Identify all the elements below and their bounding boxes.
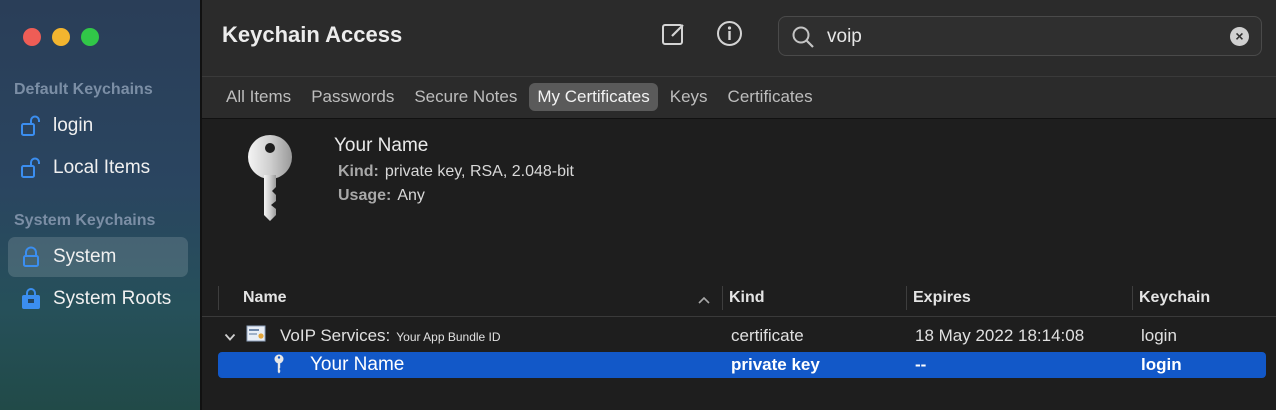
row-keychain: login — [1141, 326, 1177, 345]
window-controls — [23, 28, 99, 46]
clear-search-icon[interactable]: × — [1230, 27, 1249, 46]
sidebar-item-local-items[interactable]: Local Items — [8, 148, 188, 188]
sidebar-item-system-roots[interactable]: System Roots — [8, 279, 188, 319]
row-kind: certificate — [731, 326, 804, 345]
table-row[interactable]: VoIP Services: Your App Bundle ID certifi… — [218, 323, 1266, 349]
tab-keys[interactable]: Keys — [662, 83, 716, 111]
row-expires: -- — [915, 355, 927, 374]
close-window-button[interactable] — [23, 28, 41, 46]
item-detail-panel: Your Name Kind: private key, RSA, 2.048-b… — [202, 119, 1276, 279]
row-keychain: login — [1141, 355, 1182, 374]
detail-usage-label: Usage: — [338, 187, 392, 204]
section-default-keychains: Default Keychains — [14, 81, 153, 98]
toolbar-divider — [202, 76, 1276, 77]
chevron-down-icon[interactable] — [224, 328, 236, 348]
sidebar-item-label: Local Items — [53, 157, 151, 178]
key-icon — [273, 354, 285, 379]
column-header-name[interactable]: Name — [218, 286, 722, 310]
detail-kind-value: private key, RSA, 2.048-bit — [384, 163, 574, 180]
keychain-window: Default Keychains login Local Items Syst… — [0, 0, 1276, 410]
get-info-button[interactable] — [715, 20, 743, 52]
detail-kind-label: Kind: — [338, 163, 379, 180]
row-name-suffix: Your App Bundle ID — [396, 330, 501, 344]
detail-usage-value: Any — [397, 187, 425, 204]
column-header-expires[interactable]: Expires — [906, 286, 1132, 310]
tab-certificates[interactable]: Certificates — [720, 83, 821, 111]
app-title: Keychain Access — [222, 22, 403, 47]
certificate-icon — [246, 325, 266, 348]
table-header: Name Kind Expires Keychain — [202, 282, 1276, 317]
row-name: VoIP Services: Your App Bundle ID — [280, 326, 501, 346]
unlock-icon — [20, 115, 42, 137]
search-input[interactable] — [825, 23, 1209, 51]
sidebar-item-label: System Roots — [53, 288, 172, 309]
unlock-icon — [20, 157, 42, 179]
minimize-window-button[interactable] — [52, 28, 70, 46]
row-name: Your Name — [310, 354, 405, 375]
chevron-up-icon — [698, 291, 710, 309]
row-expires: 18 May 2022 18:14:08 — [915, 326, 1085, 345]
search-icon — [791, 25, 815, 54]
detail-kind: Kind: private key, RSA, 2.048-bit — [338, 163, 574, 181]
info-icon — [716, 20, 743, 52]
lock-icon — [20, 246, 42, 268]
tab-my-certificates[interactable]: My Certificates — [529, 83, 658, 111]
sidebar-item-label: System — [53, 246, 117, 267]
detail-usage: Usage: Any — [338, 187, 425, 205]
key-icon — [240, 133, 300, 228]
sidebar-item-system[interactable]: System — [8, 237, 188, 277]
column-header-kind[interactable]: Kind — [722, 286, 906, 310]
row-name-text: VoIP Services: — [280, 326, 391, 345]
locked-cabinet-icon — [20, 288, 42, 310]
main-pane: Keychain Access × All Items — [202, 0, 1276, 410]
search-field[interactable]: × — [778, 16, 1262, 56]
category-tabs: All Items Passwords Secure Notes My Cert… — [218, 83, 821, 111]
tab-all-items[interactable]: All Items — [218, 83, 299, 111]
row-kind: private key — [731, 355, 820, 374]
zoom-window-button[interactable] — [81, 28, 99, 46]
sidebar: Default Keychains login Local Items Syst… — [0, 0, 202, 410]
toolbar: Keychain Access × All Items — [202, 0, 1276, 119]
new-item-button[interactable] — [660, 22, 688, 50]
table-row[interactable]: Your Name private key -- login — [218, 352, 1266, 378]
tab-passwords[interactable]: Passwords — [303, 83, 402, 111]
compose-icon — [661, 21, 687, 52]
column-header-keychain[interactable]: Keychain — [1132, 286, 1266, 310]
sidebar-item-login[interactable]: login — [8, 106, 188, 146]
detail-name: Your Name — [334, 135, 429, 156]
tab-secure-notes[interactable]: Secure Notes — [406, 83, 525, 111]
sidebar-item-label: login — [53, 115, 94, 136]
section-system-keychains: System Keychains — [14, 212, 156, 229]
